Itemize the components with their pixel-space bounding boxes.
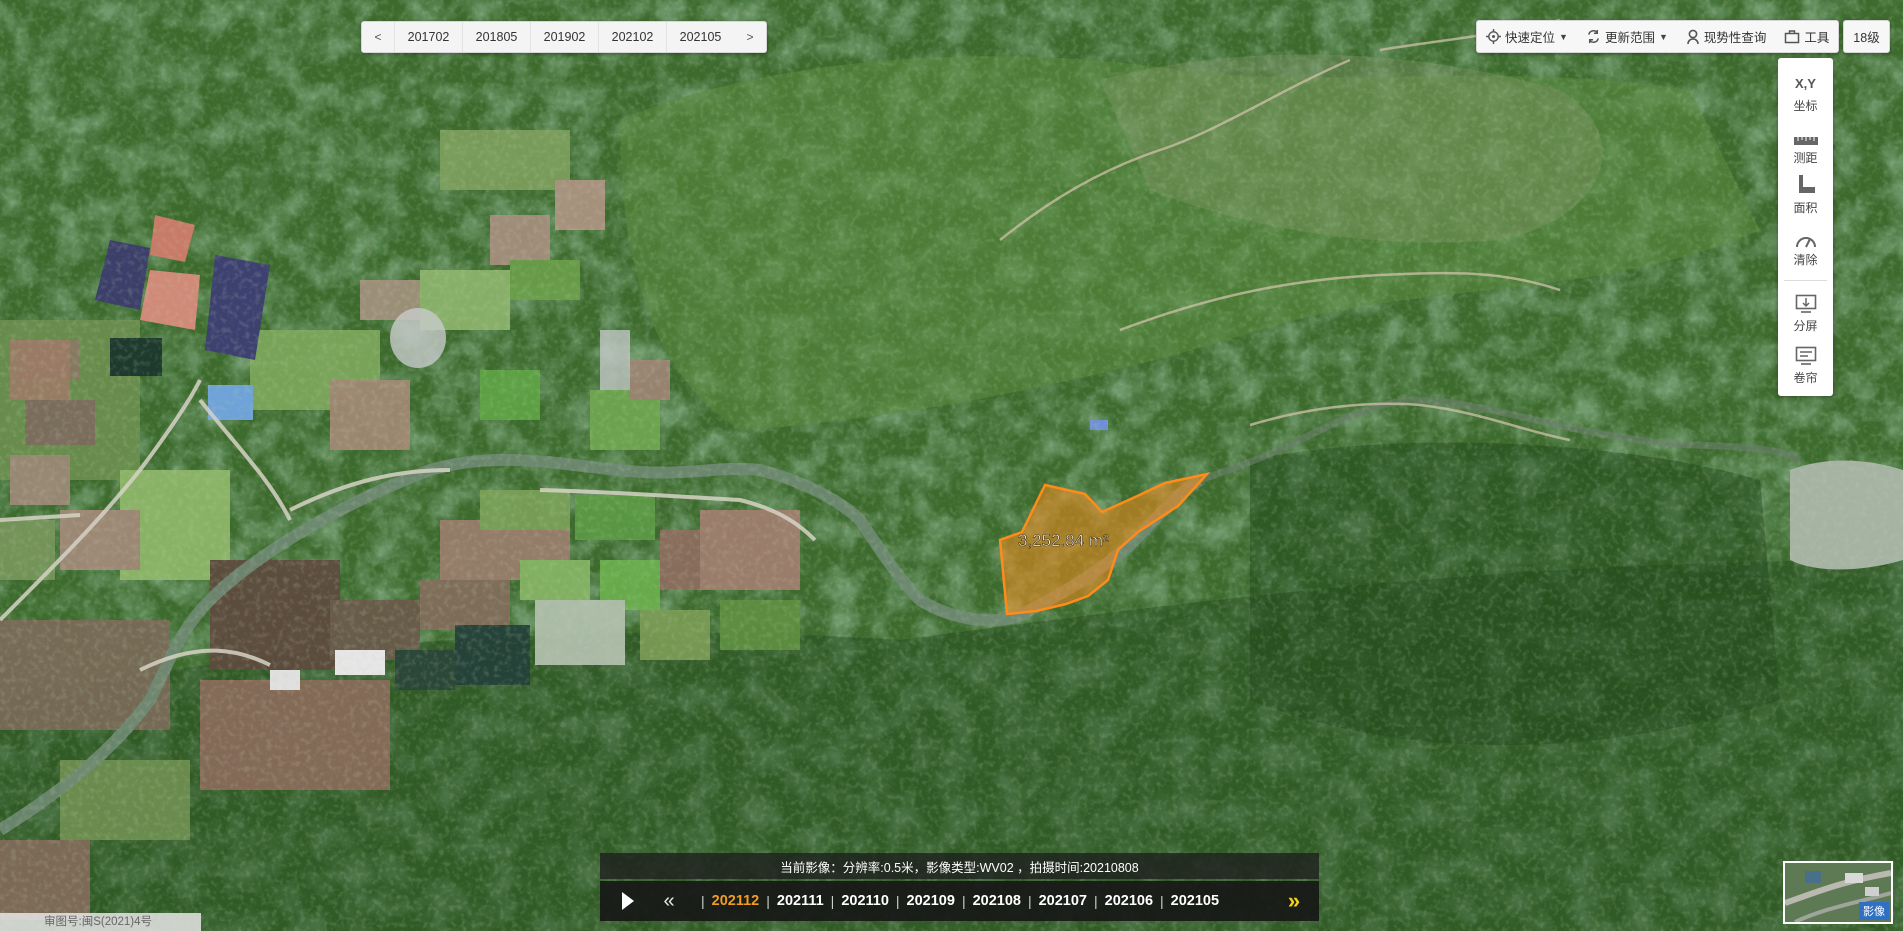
divider: |: [701, 893, 705, 909]
year-option[interactable]: 201902: [530, 22, 598, 52]
divider: |: [961, 893, 966, 909]
basemap-switcher[interactable]: 影像: [1783, 861, 1893, 924]
person-pin-icon: [1687, 29, 1699, 44]
divider: |: [766, 893, 770, 909]
tools-label: 工具: [1804, 31, 1830, 45]
quick-locate-label: 快速定位: [1505, 31, 1556, 45]
distance-label: 测距: [1793, 151, 1818, 165]
year-next-button[interactable]: >: [734, 22, 766, 52]
timeline-prev-button[interactable]: «: [658, 881, 680, 921]
area-label: 面积: [1793, 201, 1818, 215]
tools-button[interactable]: 工具: [1775, 27, 1838, 46]
year-option[interactable]: 202105: [666, 22, 734, 52]
current-imagery-info: 当前影像：分辨率:0.5米，影像类型:WV02 ，拍摄时间:20210808: [600, 853, 1319, 879]
year-prev-button[interactable]: <: [362, 22, 394, 52]
year-option[interactable]: 201805: [462, 22, 530, 52]
divider: |: [1160, 893, 1164, 909]
timeline-date[interactable]: 202108: [973, 893, 1021, 909]
swipe-label: 卷帘: [1793, 371, 1818, 385]
divider: |: [1094, 893, 1098, 909]
timeline-date[interactable]: 202111: [777, 893, 824, 909]
crosshair-icon: [1486, 29, 1501, 44]
coordinate-label: 坐标: [1793, 99, 1818, 113]
divider: |: [895, 893, 900, 909]
timeline-date[interactable]: 202106: [1105, 893, 1153, 909]
play-button[interactable]: [614, 881, 642, 921]
map-toolbar: 快速定位 ▼ 更新范围 ▼ 现势性查询 工具: [1476, 20, 1839, 53]
timeline-dates: | 202112 | 202111 | 202110 | 202109 | 20…: [694, 881, 1252, 921]
currency-query-button[interactable]: 现势性查询: [1677, 27, 1776, 46]
satellite-map[interactable]: 3,252.84 m²: [0, 0, 1903, 931]
play-icon: [622, 892, 634, 910]
coordinate-tool[interactable]: X,Y 坐标: [1778, 72, 1833, 114]
year-option[interactable]: 202102: [598, 22, 666, 52]
divider: |: [1027, 893, 1032, 909]
swipe-tool[interactable]: 卷帘: [1778, 344, 1833, 386]
timeline-date[interactable]: 202110: [841, 893, 889, 909]
map-approval-number: 审图号:闽S(2021)4号: [0, 913, 201, 931]
toolbox-icon: [1785, 30, 1800, 44]
currency-query-label: 现势性查询: [1703, 31, 1767, 45]
zoom-level-indicator: 18级: [1843, 20, 1890, 53]
refresh-extent-label: 更新范围: [1604, 31, 1655, 45]
divider: |: [830, 893, 835, 909]
timeline-date[interactable]: 202107: [1039, 893, 1087, 909]
refresh-extent-button[interactable]: 更新范围 ▼: [1577, 27, 1677, 46]
history-year-selector: < 201702 201805 201902 202102 202105 >: [361, 21, 767, 53]
split-screen-tool[interactable]: 分屏: [1778, 292, 1833, 334]
timeline-date[interactable]: 202105: [1171, 893, 1219, 909]
basemap-label: 影像: [1859, 902, 1889, 920]
year-option[interactable]: 201702: [394, 22, 462, 52]
ruler-icon: [1778, 124, 1833, 146]
timeline-date[interactable]: 202109: [907, 893, 955, 909]
chevron-down-icon: ▼: [1559, 31, 1568, 42]
distance-tool[interactable]: 测距: [1778, 124, 1833, 166]
imagery-timeline: « | 202112 | 202111 | 202110 | 202109 | …: [600, 881, 1319, 921]
clear-tool[interactable]: 清除: [1778, 226, 1833, 268]
clear-label: 清除: [1793, 253, 1818, 267]
divider: [1784, 280, 1827, 281]
xy-coordinate-icon: X,Y: [1795, 75, 1816, 91]
swipe-icon: [1778, 344, 1833, 366]
refresh-icon: [1588, 29, 1599, 44]
chevron-down-icon: ▼: [1658, 31, 1668, 42]
timeline-next-button[interactable]: »: [1279, 881, 1309, 921]
timeline-date-active[interactable]: 202112: [712, 893, 760, 909]
quick-locate-button[interactable]: 快速定位 ▼: [1477, 27, 1577, 46]
split-screen-label: 分屏: [1793, 319, 1818, 333]
eraser-icon: [1778, 226, 1833, 248]
area-tool[interactable]: 面积: [1778, 174, 1833, 216]
split-screen-icon: [1778, 292, 1833, 314]
area-measure-icon: [1778, 174, 1833, 196]
side-tool-panel: X,Y 坐标 测距 面积 清除 分屏 卷帘: [1778, 58, 1833, 396]
area-measurement-label: 3,252.84 m²: [1018, 531, 1109, 550]
